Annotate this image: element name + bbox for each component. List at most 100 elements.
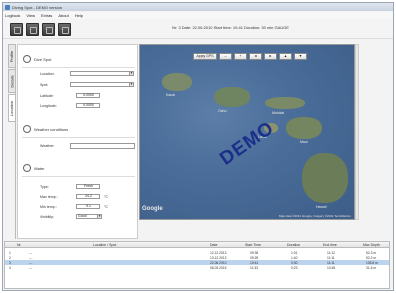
island-maui: [286, 117, 322, 139]
menu-extras[interactable]: Extras: [41, 13, 52, 18]
map-attribution: Map data ©2011 Google, Imagery ©2011 Ter…: [279, 214, 351, 218]
apply-gps-button[interactable]: Apply GPS: [193, 53, 217, 60]
dive-spot-title: Dive Spot: [34, 56, 52, 62]
cell-duration: 1:01: [291, 250, 298, 255]
longitude-label: Longitude:: [40, 104, 57, 108]
tab-location[interactable]: Location: [8, 94, 16, 122]
col-start-time[interactable]: Start Time: [245, 243, 261, 247]
visibility-dropdown[interactable]: Good: [76, 214, 98, 219]
window-title: Diving Spot - DEMO version: [12, 4, 63, 10]
water-type-label: Type:: [40, 185, 49, 189]
google-logo: Google: [142, 206, 163, 212]
chevron-down-icon[interactable]: ▾: [129, 82, 134, 87]
min-temp-unit: °C: [104, 205, 109, 209]
pan-right-button[interactable]: ►: [264, 53, 277, 60]
cell-end: 10:45: [327, 265, 336, 270]
cell-nr: 2: [9, 255, 11, 260]
cell-nr: 4: [9, 265, 11, 270]
water-icon: [23, 164, 31, 172]
cell-date: 06.03.2015: [210, 265, 227, 270]
weather-title: Weather conditions: [34, 126, 69, 132]
zoom-in-button[interactable]: +: [234, 53, 247, 60]
map-label-molokai: Molokai: [272, 111, 285, 115]
pan-down-button[interactable]: ▼: [294, 53, 307, 60]
chevron-down-icon[interactable]: ▾: [129, 71, 134, 76]
menu-view[interactable]: View: [26, 13, 35, 18]
cell-end: 11:12: [327, 250, 336, 255]
min-temp-field[interactable]: 9.1: [76, 204, 100, 209]
save-icon[interactable]: [42, 22, 55, 36]
chevron-down-icon[interactable]: ▾: [97, 214, 102, 219]
title-bar: Diving Spot - DEMO version: [3, 3, 393, 11]
pan-left-button[interactable]: ◄: [249, 53, 262, 60]
island-kauai: [162, 73, 192, 91]
col-nr[interactable]: Nr: [17, 243, 21, 247]
water-title: Water: [34, 165, 45, 171]
open-icon[interactable]: [26, 22, 39, 36]
map-controls: Apply GPS – + ◄ ► ▲ ▼: [193, 53, 309, 60]
cell-location: ---: [29, 265, 33, 270]
spot-label: Spot:: [40, 83, 49, 87]
app-icon: [5, 4, 10, 10]
spot-dropdown[interactable]: [70, 82, 130, 87]
cell-location: ---: [29, 250, 33, 255]
water-type-field[interactable]: Fresh: [76, 184, 100, 189]
cell-date: 22.06.2010: [210, 260, 227, 265]
col-duration[interactable]: Duration: [287, 243, 300, 247]
dive-log-table: Nr Location / Spot Date Start Time Durat…: [4, 241, 390, 289]
cell-end: 11:11: [327, 260, 335, 265]
table-row[interactable]: 4 --- 06.03.2015 11:33 0:23 10:45 31.6 m: [5, 265, 389, 270]
cell-depth: 52.2 m: [366, 255, 377, 260]
delete-icon[interactable]: [58, 22, 71, 36]
max-temp-unit: °C: [104, 195, 109, 199]
cell-depth: 31.6 m: [366, 265, 377, 270]
vertical-tabs: Profile Details Location: [8, 44, 16, 239]
longitude-field[interactable]: 0.0000: [76, 103, 100, 108]
col-location[interactable]: Location / Spot: [93, 243, 116, 247]
weather-field[interactable]: [70, 143, 135, 149]
location-label: Location:: [40, 72, 55, 76]
visibility-label: Visibility:: [40, 215, 54, 219]
latitude-field[interactable]: 0.0000: [76, 93, 100, 98]
cell-location: ---: [29, 260, 33, 265]
menu-bar: Logbook View Extras About Help: [3, 12, 393, 19]
island-molokai: [265, 97, 305, 109]
weather-icon: [23, 125, 31, 133]
menu-about[interactable]: About: [58, 13, 68, 18]
compass-icon: [23, 55, 31, 63]
cell-location: ---: [29, 255, 33, 260]
location-dropdown[interactable]: [70, 71, 130, 76]
col-date[interactable]: Date: [210, 243, 217, 247]
menu-logbook[interactable]: Logbook: [5, 13, 20, 18]
cell-duration: 0:30: [291, 260, 298, 265]
divider: [22, 176, 135, 177]
min-temp-label: Min temp.:: [40, 205, 57, 209]
cell-end: 11:11: [327, 255, 335, 260]
map-scrollbar[interactable]: [355, 44, 359, 220]
cell-start: 11:33: [250, 265, 259, 270]
cell-depth: 52.3 m: [366, 250, 377, 255]
zoom-out-button[interactable]: –: [219, 53, 232, 60]
divider: [22, 137, 135, 138]
weather-label: Weather:: [40, 144, 55, 148]
location-panel: Dive Spot Location: ▾ Spot: ▾ Latitude: …: [17, 44, 138, 239]
cell-start: 09:35: [250, 250, 259, 255]
col-end-time[interactable]: End time: [323, 243, 337, 247]
tab-details-label: Details: [9, 74, 15, 88]
map-label-hawaii: Hawaii: [316, 205, 327, 209]
map-label-maui: Maui: [300, 140, 308, 144]
menu-help[interactable]: Help: [75, 13, 83, 18]
tab-details[interactable]: Details: [8, 69, 16, 93]
max-temp-field[interactable]: 24.2: [76, 194, 100, 199]
new-dive-icon[interactable]: [10, 22, 23, 36]
tab-profile[interactable]: Profile: [8, 44, 16, 68]
island-oahu: [214, 87, 250, 107]
col-max-depth[interactable]: Max Depth: [363, 243, 380, 247]
cell-depth: 105.8 m: [366, 260, 378, 265]
max-temp-label: Max temp.:: [40, 195, 58, 199]
cell-nr: 1: [9, 250, 11, 255]
dive-status-text: Nr: 3 Date: 22.06.2010 Start time: 10:41…: [172, 25, 289, 30]
map-label-oahu: Oahu: [218, 109, 227, 113]
cell-duration: 0:23: [291, 265, 298, 270]
pan-up-button[interactable]: ▲: [279, 53, 292, 60]
